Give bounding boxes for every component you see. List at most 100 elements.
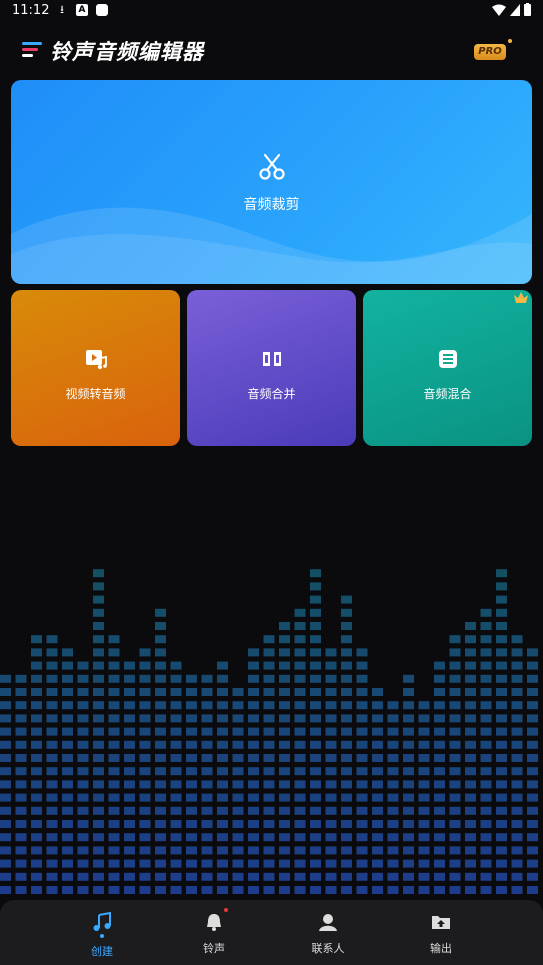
equalizer-segment — [496, 674, 507, 683]
equalizer-segment — [325, 767, 337, 776]
equalizer-segment — [217, 793, 228, 802]
equalizer-segment — [465, 648, 476, 657]
equalizer-segment — [356, 886, 368, 894]
equalizer-segment — [279, 727, 290, 736]
audio-mix-card[interactable]: 音频混合 — [363, 290, 532, 446]
equalizer-segment — [403, 886, 414, 894]
equalizer-segment — [465, 674, 476, 683]
equalizer-segment — [434, 820, 445, 828]
equalizer-segment — [170, 846, 182, 855]
equalizer-segment — [186, 754, 197, 762]
equalizer-segment — [248, 806, 259, 815]
equalizer-segment — [387, 780, 399, 789]
equalizer-segment — [294, 767, 306, 776]
equalizer-segment — [279, 846, 290, 855]
equalizer-segment — [93, 727, 104, 736]
equalizer-segment — [310, 582, 321, 591]
equalizer-segment — [480, 608, 492, 617]
equalizer-segment — [496, 661, 507, 670]
equalizer-segment — [62, 740, 73, 749]
equalizer-segment — [527, 754, 538, 762]
nav-contacts[interactable]: 联系人 — [278, 900, 378, 965]
equalizer-segment — [325, 754, 337, 762]
nav-contacts-label: 联系人 — [311, 942, 345, 955]
equalizer-segment — [232, 780, 244, 789]
nav-ringtone[interactable]: 铃声 — [164, 900, 264, 965]
equalizer-segment — [465, 846, 476, 855]
equalizer-segment — [170, 688, 182, 696]
folder-upload-icon — [432, 916, 450, 929]
equalizer-segment — [403, 793, 414, 802]
equalizer-segment — [341, 701, 352, 710]
equalizer-segment — [496, 595, 507, 604]
equalizer-segment — [201, 727, 213, 736]
equalizer-segment — [62, 688, 73, 696]
equalizer-segment — [263, 820, 275, 828]
equalizer-segment — [46, 740, 58, 749]
equalizer-segment — [124, 727, 135, 736]
audio-trim-card[interactable] — [11, 80, 532, 284]
equalizer-segment — [465, 754, 476, 762]
equalizer-segment — [108, 833, 120, 842]
equalizer-segment — [248, 872, 259, 881]
equalizer-segment — [263, 635, 275, 644]
audio-merge-card[interactable]: 音频合并 — [187, 290, 356, 446]
equalizer-segment — [387, 701, 399, 710]
equalizer-segment — [155, 846, 166, 855]
equalizer-segment — [480, 635, 492, 644]
equalizer-segment — [217, 701, 228, 710]
equalizer-segment — [217, 767, 228, 776]
equalizer-segment — [186, 780, 197, 789]
equalizer-segment — [201, 793, 213, 802]
nav-output[interactable]: 输出 — [391, 900, 491, 965]
equalizer-segment — [77, 740, 89, 749]
equalizer-segment — [124, 688, 135, 696]
equalizer-segment — [294, 793, 306, 802]
equalizer-segment — [418, 714, 430, 723]
equalizer-segment — [511, 793, 523, 802]
equalizer-segment — [139, 754, 151, 762]
equalizer-segment — [294, 886, 306, 894]
equalizer-segment — [325, 674, 337, 683]
pro-badge[interactable]: PRO — [474, 44, 506, 60]
equalizer-segment — [403, 740, 414, 749]
equalizer-segment — [465, 740, 476, 749]
equalizer-segment — [0, 701, 11, 710]
equalizer-segment — [310, 569, 321, 578]
equalizer-segment — [527, 872, 538, 881]
equalizer-segment — [93, 701, 104, 710]
equalizer-segment — [527, 886, 538, 894]
equalizer-segment — [527, 648, 538, 657]
equalizer-segment — [93, 806, 104, 815]
equalizer-segment — [15, 833, 27, 842]
equalizer-segment — [124, 714, 135, 723]
video-to-audio-card[interactable]: 视频转音频 — [11, 290, 180, 446]
equalizer-segment — [403, 846, 414, 855]
equalizer-segment — [496, 635, 507, 644]
equalizer-segment — [527, 727, 538, 736]
equalizer-segment — [449, 701, 461, 710]
equalizer-segment — [31, 688, 42, 696]
equalizer-segment — [0, 859, 11, 868]
equalizer-segment — [279, 780, 290, 789]
equalizer-segment — [263, 674, 275, 683]
equalizer-segment — [108, 859, 120, 868]
equalizer-segment — [62, 886, 73, 894]
equalizer-segment — [248, 886, 259, 894]
equalizer-segment — [356, 793, 368, 802]
equalizer-segment — [232, 859, 244, 868]
equalizer-segment — [248, 846, 259, 855]
equalizer-segment — [403, 714, 414, 723]
equalizer-segment — [232, 793, 244, 802]
equalizer-segment — [465, 793, 476, 802]
nav-create[interactable]: 创建 — [52, 900, 152, 965]
equalizer-segment — [449, 754, 461, 762]
equalizer-segment — [93, 674, 104, 683]
equalizer-segment — [480, 688, 492, 696]
equalizer-segment — [310, 859, 321, 868]
crown-icon — [514, 292, 528, 303]
equalizer-segment — [480, 767, 492, 776]
equalizer-segment — [248, 820, 259, 828]
equalizer-segment — [31, 820, 42, 828]
equalizer-segment — [387, 859, 399, 868]
